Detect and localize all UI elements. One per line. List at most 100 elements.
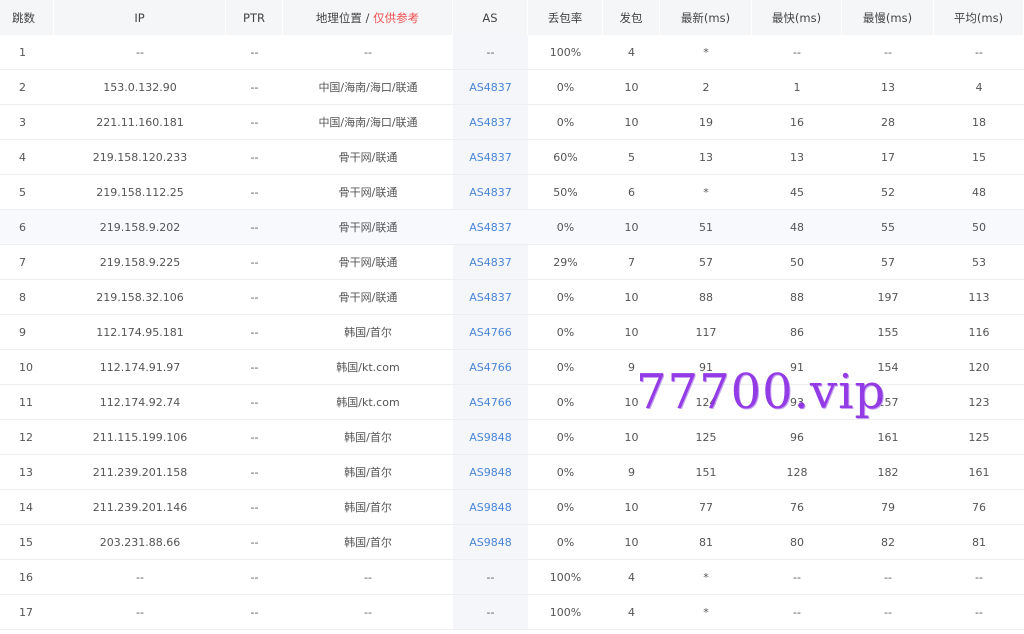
cell-ip: 221.11.160.181 [54, 105, 226, 140]
table-row: 3 221.11.160.181 -- 中国/海南/海口/联通 AS4837 0% 10 19… [0, 105, 1024, 140]
cell-best: 50 [752, 245, 842, 280]
cell-ip: 211.239.201.158 [54, 455, 226, 490]
col-sent-header: 发包 [603, 0, 660, 35]
cell-sent: 5 [603, 140, 660, 175]
table-row: 7 219.158.9.225 -- 骨干网/联通 AS4837 29% 7 57 50 57 53 [0, 245, 1024, 280]
table-row: 1 -- -- -- -- 100% 4 * -- -- -- [0, 35, 1024, 70]
cell-loss: 0% [528, 420, 603, 455]
cell-ip: 219.158.32.106 [54, 280, 226, 315]
cell-worst: 52 [842, 175, 934, 210]
cell-worst: -- [842, 595, 934, 630]
as-link[interactable]: AS4837 [469, 186, 512, 199]
cell-ptr: -- [226, 140, 283, 175]
cell-sent: 10 [603, 385, 660, 420]
cell-best: -- [752, 35, 842, 70]
traceroute-table: 跳数 IP PTR 地理位置 / 仅供参考 AS 丢包率 发包 最新(ms) 最… [0, 0, 1024, 630]
as-link[interactable]: AS4837 [469, 116, 512, 129]
as-link[interactable]: AS4837 [469, 151, 512, 164]
cell-hop: 5 [0, 175, 54, 210]
cell-loss: 50% [528, 175, 603, 210]
cell-best: 45 [752, 175, 842, 210]
cell-worst: 82 [842, 525, 934, 560]
as-link[interactable]: AS9848 [469, 536, 512, 549]
cell-last: 81 [660, 525, 752, 560]
cell-best: 96 [752, 420, 842, 455]
cell-ip: 203.231.88.66 [54, 525, 226, 560]
col-hop-header: 跳数 [0, 0, 54, 35]
cell-as: AS4766 [453, 350, 528, 385]
cell-ptr: -- [226, 385, 283, 420]
cell-worst: 28 [842, 105, 934, 140]
as-link[interactable]: AS9848 [469, 466, 512, 479]
cell-last: 125 [660, 420, 752, 455]
cell-hop: 2 [0, 70, 54, 105]
cell-ptr: -- [226, 490, 283, 525]
cell-last: 91 [660, 350, 752, 385]
cell-hop: 11 [0, 385, 54, 420]
cell-avg: 53 [934, 245, 1024, 280]
cell-hop: 1 [0, 35, 54, 70]
cell-hop: 17 [0, 595, 54, 630]
cell-last: 77 [660, 490, 752, 525]
cell-ip: 219.158.120.233 [54, 140, 226, 175]
as-link[interactable]: AS4766 [469, 326, 512, 339]
cell-last: 88 [660, 280, 752, 315]
table-header: 跳数 IP PTR 地理位置 / 仅供参考 AS 丢包率 发包 最新(ms) 最… [0, 0, 1024, 35]
cell-last: 57 [660, 245, 752, 280]
cell-hop: 12 [0, 420, 54, 455]
cell-hop: 14 [0, 490, 54, 525]
as-link[interactable]: AS9848 [469, 501, 512, 514]
cell-ptr: -- [226, 455, 283, 490]
cell-ptr: -- [226, 245, 283, 280]
cell-as: AS9848 [453, 525, 528, 560]
cell-hop: 4 [0, 140, 54, 175]
cell-ip: 153.0.132.90 [54, 70, 226, 105]
cell-geo: 韩国/kt.com [283, 385, 453, 420]
as-link[interactable]: AS4837 [469, 291, 512, 304]
cell-loss: 60% [528, 140, 603, 175]
as-link[interactable]: AS4766 [469, 396, 512, 409]
as-link[interactable]: AS9848 [469, 431, 512, 444]
cell-last: * [660, 35, 752, 70]
cell-worst: 197 [842, 280, 934, 315]
cell-geo: 骨干网/联通 [283, 280, 453, 315]
cell-geo: 骨干网/联通 [283, 140, 453, 175]
as-link[interactable]: AS4837 [469, 221, 512, 234]
cell-hop: 13 [0, 455, 54, 490]
cell-loss: 100% [528, 560, 603, 595]
cell-as: AS4837 [453, 175, 528, 210]
cell-ptr: -- [226, 105, 283, 140]
header-row: 跳数 IP PTR 地理位置 / 仅供参考 AS 丢包率 发包 最新(ms) 最… [0, 0, 1024, 35]
cell-worst: 161 [842, 420, 934, 455]
cell-as: AS4837 [453, 210, 528, 245]
as-link[interactable]: AS4837 [469, 256, 512, 269]
cell-ptr: -- [226, 420, 283, 455]
as-link[interactable]: AS4766 [469, 361, 512, 374]
as-link[interactable]: AS4837 [469, 81, 512, 94]
cell-geo: 中国/海南/海口/联通 [283, 105, 453, 140]
cell-geo: -- [283, 595, 453, 630]
cell-hop: 3 [0, 105, 54, 140]
cell-sent: 4 [603, 560, 660, 595]
cell-ptr: -- [226, 70, 283, 105]
cell-ip: 112.174.92.74 [54, 385, 226, 420]
cell-geo: 韩国/首尔 [283, 420, 453, 455]
col-as-header: AS [453, 0, 528, 35]
cell-best: 91 [752, 350, 842, 385]
cell-avg: -- [934, 35, 1024, 70]
cell-worst: 157 [842, 385, 934, 420]
cell-avg: -- [934, 560, 1024, 595]
cell-best: 1 [752, 70, 842, 105]
col-geo-header: 地理位置 / 仅供参考 [283, 0, 453, 35]
cell-avg: 18 [934, 105, 1024, 140]
cell-avg: 48 [934, 175, 1024, 210]
cell-ip: 219.158.9.202 [54, 210, 226, 245]
cell-ip: 112.174.95.181 [54, 315, 226, 350]
cell-as: AS4837 [453, 245, 528, 280]
cell-worst: 57 [842, 245, 934, 280]
table-row: 17 -- -- -- -- 100% 4 * -- -- -- [0, 595, 1024, 630]
cell-best: 16 [752, 105, 842, 140]
table-row: 4 219.158.120.233 -- 骨干网/联通 AS4837 60% 5 13 13 17… [0, 140, 1024, 175]
cell-sent: 10 [603, 420, 660, 455]
cell-avg: 76 [934, 490, 1024, 525]
